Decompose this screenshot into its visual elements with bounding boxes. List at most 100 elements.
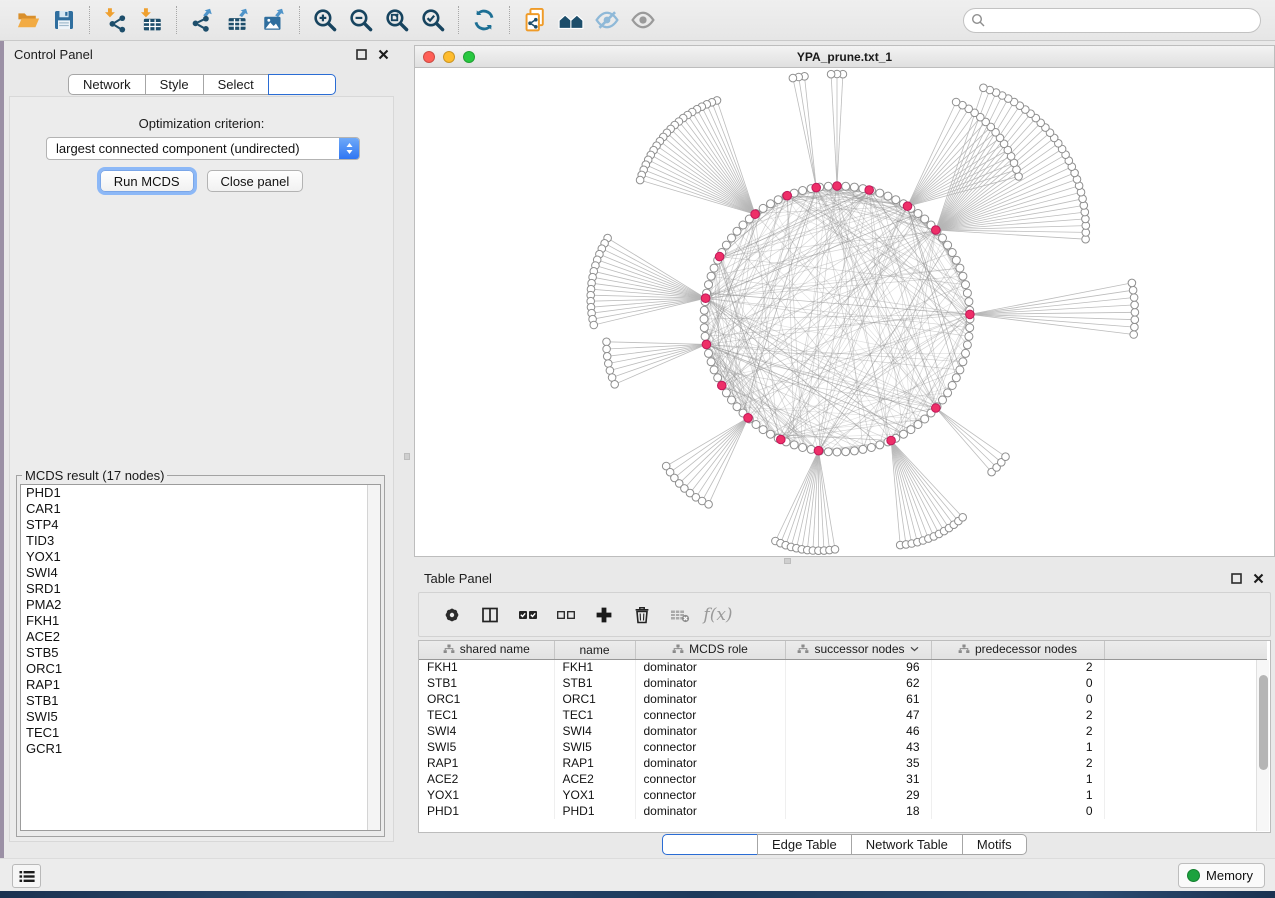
zoom-in-button[interactable] bbox=[307, 3, 343, 37]
unchecked-boxes-icon bbox=[555, 605, 577, 625]
table-row[interactable]: RAP1RAP1dominator352 bbox=[419, 755, 1267, 771]
tab-edge-table[interactable]: Edge Table bbox=[757, 834, 852, 855]
column-header-shared-name[interactable]: shared name bbox=[419, 641, 554, 659]
save-session-button[interactable] bbox=[46, 3, 82, 37]
mcds-result-item[interactable]: CAR1 bbox=[21, 501, 380, 517]
clear-selection-button[interactable] bbox=[547, 598, 585, 632]
mcds-result-item[interactable]: PHD1 bbox=[21, 485, 380, 501]
splitter-grip[interactable] bbox=[404, 453, 410, 460]
table-row[interactable]: SWI5SWI5connector431 bbox=[419, 739, 1267, 755]
mcds-result-item[interactable]: FKH1 bbox=[21, 613, 380, 629]
close-panel-button[interactable] bbox=[376, 48, 390, 62]
table-panel-header: Table Panel bbox=[414, 565, 1275, 592]
add-column-button[interactable] bbox=[585, 598, 623, 632]
search-input[interactable] bbox=[963, 8, 1261, 33]
mcds-result-list[interactable]: PHD1CAR1STP4TID3YOX1SWI4SRD1PMA2FKH1ACE2… bbox=[20, 484, 381, 831]
mcds-result-item[interactable]: TEC1 bbox=[21, 725, 380, 741]
column-header-predecessor-nodes[interactable]: predecessor nodes bbox=[931, 641, 1104, 659]
toolbar-separator bbox=[458, 6, 459, 34]
mcds-list-scrollbar[interactable] bbox=[367, 485, 380, 830]
close-panel-button[interactable] bbox=[1251, 572, 1265, 586]
mcds-result-item[interactable]: GCR1 bbox=[21, 741, 380, 757]
mcds-result-item[interactable]: SRD1 bbox=[21, 581, 380, 597]
refresh-button[interactable] bbox=[466, 3, 502, 37]
main-toolbar bbox=[0, 0, 1275, 41]
vertical-splitter[interactable] bbox=[400, 41, 414, 858]
duplicate-network-button[interactable] bbox=[517, 3, 553, 37]
memory-button[interactable]: Memory bbox=[1178, 863, 1265, 888]
import-table-button[interactable] bbox=[133, 3, 169, 37]
delete-table-icon bbox=[669, 605, 691, 625]
mcds-result-item[interactable]: TID3 bbox=[21, 533, 380, 549]
table-row[interactable]: YOX1YOX1connector291 bbox=[419, 787, 1267, 803]
column-header-name[interactable]: name bbox=[554, 641, 635, 659]
optimization-criterion-dropdown[interactable]: largest connected component (undirected) bbox=[46, 137, 360, 160]
export-table-button[interactable] bbox=[220, 3, 256, 37]
list-icon bbox=[19, 870, 35, 883]
eye-icon bbox=[629, 7, 657, 33]
table-row[interactable]: PHD1PHD1dominator180 bbox=[419, 803, 1267, 819]
mcds-result-item[interactable]: ORC1 bbox=[21, 661, 380, 677]
toolbar-separator bbox=[299, 6, 300, 34]
delete-table-button[interactable] bbox=[661, 598, 699, 632]
mcds-result-item[interactable]: STB1 bbox=[21, 693, 380, 709]
tab-motifs[interactable]: Motifs bbox=[962, 834, 1027, 855]
zoom-out-button[interactable] bbox=[343, 3, 379, 37]
horizontal-splitter[interactable] bbox=[414, 557, 1275, 565]
export-network-button[interactable] bbox=[184, 3, 220, 37]
table-row[interactable]: SWI4SWI4dominator462 bbox=[419, 723, 1267, 739]
search-icon bbox=[971, 13, 986, 28]
tab-node-table[interactable]: Node Table bbox=[662, 834, 758, 855]
tab-select[interactable]: Select bbox=[203, 74, 269, 95]
mcds-result-item[interactable]: STP4 bbox=[21, 517, 380, 533]
export-image-button[interactable] bbox=[256, 3, 292, 37]
mcds-result-item[interactable]: YOX1 bbox=[21, 549, 380, 565]
mcds-result-item[interactable]: SWI5 bbox=[21, 709, 380, 725]
delete-column-button[interactable] bbox=[623, 598, 661, 632]
mcds-result-item[interactable]: PMA2 bbox=[21, 597, 380, 613]
table-scrollbar[interactable] bbox=[1256, 660, 1269, 831]
hide-selected-button[interactable] bbox=[589, 3, 625, 37]
mcds-result-item[interactable]: ACE2 bbox=[21, 629, 380, 645]
table-row[interactable]: ORC1ORC1dominator610 bbox=[419, 691, 1267, 707]
show-all-button[interactable] bbox=[625, 3, 661, 37]
tab-style[interactable]: Style bbox=[145, 74, 204, 95]
table-settings-button[interactable] bbox=[433, 598, 471, 632]
table-row[interactable]: ACE2ACE2connector311 bbox=[419, 771, 1267, 787]
mcds-result-item[interactable]: SWI4 bbox=[21, 565, 380, 581]
dropdown-value: largest connected component (undirected) bbox=[47, 141, 339, 156]
zoom-in-icon bbox=[312, 7, 338, 33]
tab-network[interactable]: Network bbox=[68, 74, 146, 95]
column-header-successor-nodes[interactable]: successor nodes bbox=[785, 641, 931, 659]
mcds-result-item[interactable]: RAP1 bbox=[21, 677, 380, 693]
function-builder-button[interactable]: f(x) bbox=[699, 598, 737, 632]
mcds-result-item[interactable]: STB5 bbox=[21, 645, 380, 661]
first-neighbors-button[interactable] bbox=[553, 3, 589, 37]
table-row[interactable]: FKH1FKH1dominator962 bbox=[419, 659, 1267, 675]
eye-slash-icon bbox=[593, 7, 621, 33]
open-file-button[interactable] bbox=[10, 3, 46, 37]
show-panels-list-button[interactable] bbox=[12, 864, 41, 888]
float-panel-button[interactable] bbox=[354, 48, 368, 62]
network-window-titlebar[interactable]: YPA_prune.txt_1 bbox=[415, 46, 1274, 68]
column-browser-button[interactable] bbox=[471, 598, 509, 632]
tab-network-table[interactable]: Network Table bbox=[851, 834, 963, 855]
save-floppy-icon bbox=[52, 8, 76, 32]
network-graph[interactable] bbox=[415, 68, 1274, 556]
table-row[interactable]: TEC1TEC1connector472 bbox=[419, 707, 1267, 723]
splitter-grip[interactable] bbox=[784, 558, 791, 564]
import-network-button[interactable] bbox=[97, 3, 133, 37]
table-scrollbar-thumb[interactable] bbox=[1259, 675, 1268, 770]
zoom-fit-button[interactable] bbox=[379, 3, 415, 37]
zoom-selected-button[interactable] bbox=[415, 3, 451, 37]
mcds-result-group: MCDS result (17 nodes) PHD1CAR1STP4TID3Y… bbox=[16, 468, 385, 837]
run-mcds-button[interactable]: Run MCDS bbox=[100, 170, 194, 192]
node-table[interactable]: shared namenameMCDS rolesuccessor nodesp… bbox=[418, 640, 1271, 833]
column-header-MCDS-role[interactable]: MCDS role bbox=[635, 641, 785, 659]
table-row[interactable]: STB1STB1dominator620 bbox=[419, 675, 1267, 691]
float-panel-button[interactable] bbox=[1229, 572, 1243, 586]
close-panel-action-button[interactable]: Close panel bbox=[207, 170, 304, 192]
tab-mcds[interactable]: MCDS bbox=[268, 74, 336, 95]
select-all-button[interactable] bbox=[509, 598, 547, 632]
network-canvas[interactable] bbox=[415, 68, 1274, 556]
